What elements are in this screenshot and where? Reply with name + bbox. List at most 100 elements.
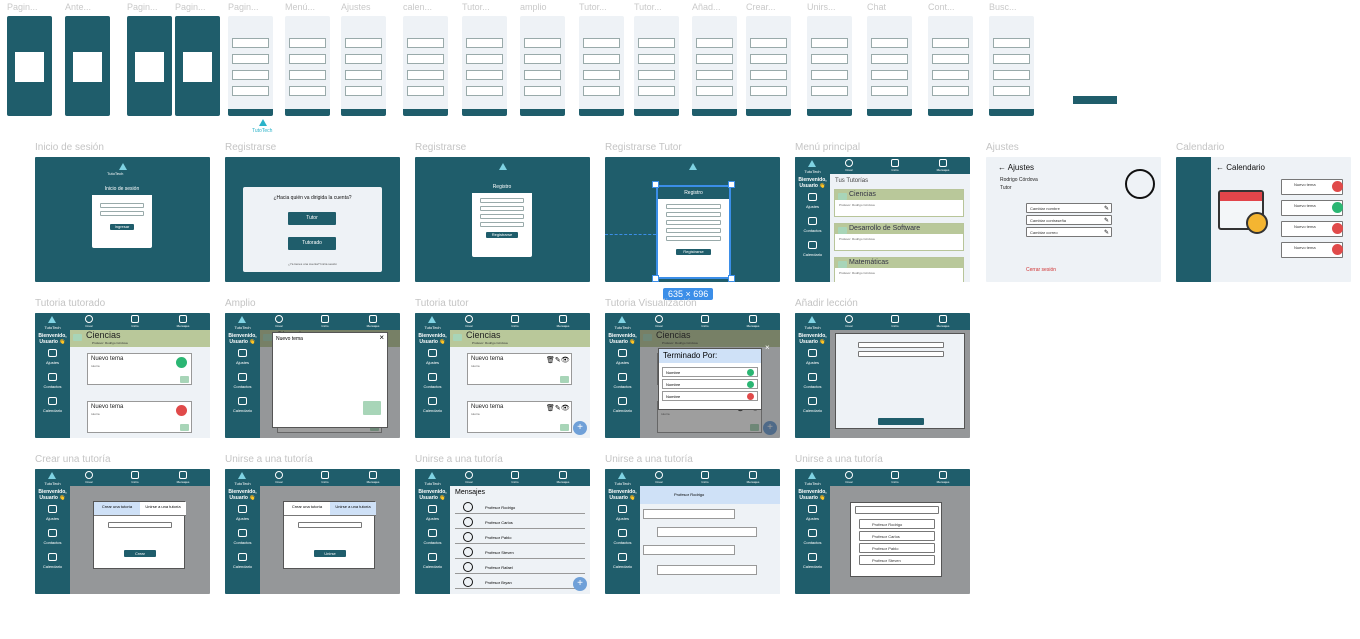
resize-handle[interactable]: [652, 181, 659, 188]
contacts-icon[interactable]: [808, 373, 817, 381]
contact-row[interactable]: Profesor Carlos: [455, 516, 585, 529]
nav-2[interactable]: Calendario: [35, 564, 70, 569]
top-nav-label[interactable]: Crear: [271, 480, 287, 484]
chat-icon[interactable]: [559, 315, 567, 323]
nav-1[interactable]: Contactos: [795, 540, 830, 545]
home-icon[interactable]: [511, 471, 519, 479]
home-icon[interactable]: [891, 471, 899, 479]
gear-icon[interactable]: [428, 505, 437, 513]
thumbnail-frame[interactable]: [65, 16, 110, 116]
contact-row[interactable]: Profesor Bryan: [455, 576, 585, 589]
modal-field[interactable]: [298, 522, 362, 528]
close-icon[interactable]: ×: [765, 343, 770, 352]
top-nav-label[interactable]: Inicio: [317, 480, 333, 484]
frame-add-lesson[interactable]: TutoTech Bienvenido, Usuario 👋 Ajustes Cont…: [795, 313, 970, 438]
calendar-icon[interactable]: [238, 553, 247, 561]
home-icon[interactable]: [131, 315, 139, 323]
chat-icon[interactable]: [369, 315, 377, 323]
modal-tab[interactable]: Crear una tutoría: [94, 502, 140, 516]
field-1[interactable]: [666, 204, 721, 209]
contacts-icon[interactable]: [618, 529, 627, 537]
nav-2[interactable]: Calendario: [795, 408, 830, 413]
frame-login[interactable]: TutoTech Inicio de sesión Ingresar: [35, 157, 210, 282]
search-result[interactable]: Profesor Rodrigo: [859, 519, 935, 529]
nav-0[interactable]: Ajustes: [225, 360, 260, 365]
top-nav-label[interactable]: Inicio: [507, 480, 523, 484]
calendar-icon[interactable]: [618, 553, 627, 561]
contacts-icon[interactable]: [238, 373, 247, 381]
contact-row[interactable]: Profesor Rodrigo: [455, 501, 585, 514]
lesson-card[interactable]: Nuevo tema tutoría 🗑✎👁: [467, 353, 572, 385]
contacts-icon[interactable]: [428, 373, 437, 381]
contact-row[interactable]: Profesor Rafael: [455, 561, 585, 574]
lesson-card[interactable]: Nuevo tema tutoría: [87, 353, 192, 385]
thumbnail-frame[interactable]: [228, 16, 273, 116]
chat-icon[interactable]: [939, 315, 947, 323]
modal-tab[interactable]: Unirse a una tutoría: [140, 502, 186, 516]
search-result[interactable]: Profesor Steven: [859, 555, 935, 565]
contacts-icon[interactable]: [48, 529, 57, 537]
nav-1[interactable]: Contactos: [795, 228, 830, 233]
contacts-icon[interactable]: [808, 217, 817, 225]
gear-icon[interactable]: [48, 349, 57, 357]
chat-icon[interactable]: [749, 315, 757, 323]
top-nav-label[interactable]: Mensajes: [555, 324, 571, 328]
frame-messages[interactable]: TutoTech Bienvenido, Usuario 👋 Ajustes Cont…: [415, 469, 590, 594]
loose-rectangle[interactable]: [1073, 96, 1117, 104]
frame-register-choice[interactable]: ¿Hacia quién va dirigida la cuenta? Tuto…: [225, 157, 400, 282]
thumbnail-frame[interactable]: [989, 16, 1034, 116]
settings-option[interactable]: Cambiar contraseña: [1026, 215, 1112, 225]
chat-icon[interactable]: [559, 471, 567, 479]
plus-icon[interactable]: [465, 471, 473, 479]
submit-button[interactable]: Crear: [124, 550, 156, 557]
contact-row[interactable]: Profesor Pablo: [455, 531, 585, 544]
thumbnail-frame[interactable]: [928, 16, 973, 116]
pencil-icon[interactable]: ✎: [1104, 217, 1109, 224]
plus-icon[interactable]: [655, 471, 663, 479]
course-card[interactable]: Matemáticas Profesor: Rodrigo Córdova: [834, 257, 964, 282]
gear-icon[interactable]: [428, 349, 437, 357]
pencil-icon[interactable]: ✎: [1104, 229, 1109, 236]
thumbnail-frame[interactable]: [807, 16, 852, 116]
contacts-icon[interactable]: [48, 373, 57, 381]
top-nav-label[interactable]: Inicio: [127, 480, 143, 484]
top-nav-label[interactable]: Crear: [271, 324, 287, 328]
chat-icon[interactable]: [939, 159, 947, 167]
lesson-title-field[interactable]: [858, 342, 944, 348]
resize-handle[interactable]: [652, 275, 659, 282]
frame-join-tutoria[interactable]: TutoTech Bienvenido, Usuario 👋 Ajustes Cont…: [225, 469, 400, 594]
home-icon[interactable]: [701, 471, 709, 479]
thumbnail-frame[interactable]: [403, 16, 448, 116]
nav-0[interactable]: Ajustes: [795, 360, 830, 365]
logout-link[interactable]: Cerrar sesión: [1026, 267, 1056, 273]
gear-icon[interactable]: [808, 349, 817, 357]
home-icon[interactable]: [701, 315, 709, 323]
plus-icon[interactable]: [845, 471, 853, 479]
top-nav-label[interactable]: Crear: [841, 480, 857, 484]
gear-icon[interactable]: [808, 505, 817, 513]
top-nav-label[interactable]: Mensajes: [745, 480, 761, 484]
chat-icon[interactable]: [939, 471, 947, 479]
top-nav-label[interactable]: Inicio: [127, 324, 143, 328]
nav-0[interactable]: Ajustes: [35, 360, 70, 365]
top-nav-label[interactable]: Mensajes: [935, 168, 951, 172]
submit-button[interactable]: Unirse: [314, 550, 346, 557]
frame-amplio[interactable]: TutoTech Bienvenido, Usuario 👋 Ajustes Cont…: [225, 313, 400, 438]
frame-main-menu[interactable]: TutoTech Bienvenido, Usuario 👋 Ajustes Cont…: [795, 157, 970, 282]
trash-edit-view-icons[interactable]: 🗑✎👁: [546, 404, 570, 412]
gear-icon[interactable]: [238, 349, 247, 357]
contacts-icon[interactable]: [618, 373, 627, 381]
nav-1[interactable]: Contactos: [225, 540, 260, 545]
frame-register[interactable]: Registro Registrarse: [415, 157, 590, 282]
field-4[interactable]: [666, 228, 721, 233]
thumbnail-frame[interactable]: [127, 16, 172, 116]
plus-icon[interactable]: [655, 315, 663, 323]
top-nav-label[interactable]: Mensajes: [935, 480, 951, 484]
nav-2[interactable]: Calendario: [605, 408, 640, 413]
thumbnail-frame[interactable]: [341, 16, 386, 116]
add-button[interactable]: [878, 418, 924, 425]
chat-icon[interactable]: [179, 471, 187, 479]
course-card[interactable]: Ciencias Profesor: Rodrigo Córdova: [834, 189, 964, 217]
contacts-icon[interactable]: [808, 529, 817, 537]
login-button[interactable]: Ingresar: [110, 224, 134, 230]
